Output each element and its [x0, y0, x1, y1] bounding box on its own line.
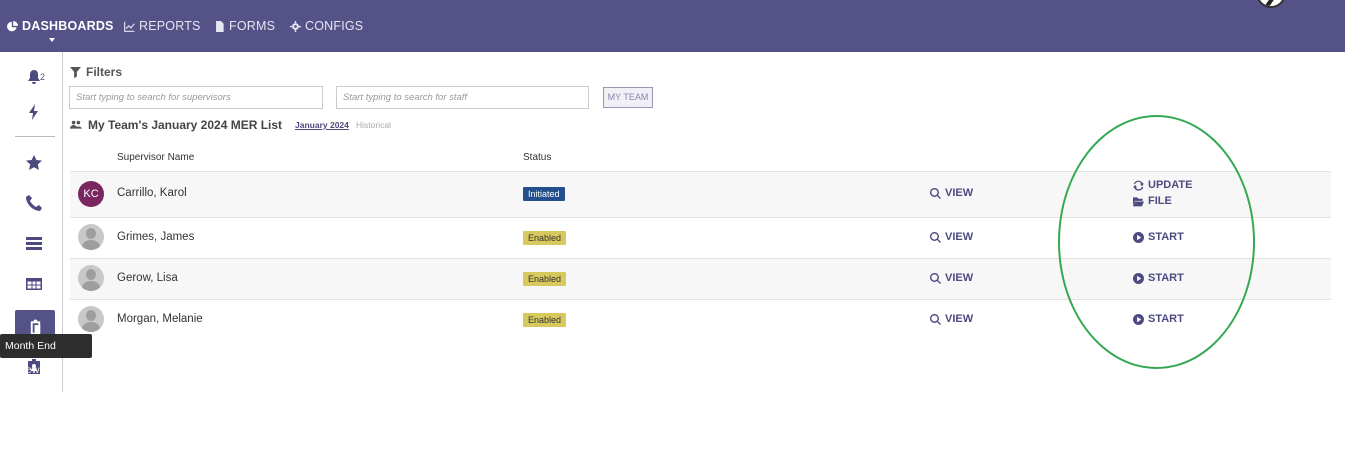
search-icon [930, 272, 941, 284]
staff-search-input[interactable]: Start typing to search for staff [336, 86, 589, 109]
filter-icon [70, 66, 81, 78]
folder-open-icon [1133, 196, 1144, 206]
filters-heading: Filters [70, 65, 122, 79]
nav-configs-label: CONFIGS [305, 19, 364, 33]
server-icon [26, 237, 42, 250]
table-row: Morgan, Melanie Enabled VIEW START [70, 300, 1331, 341]
users-icon [70, 120, 82, 129]
gear-icon [290, 20, 301, 32]
column-header-status: Status [523, 152, 552, 163]
view-label: VIEW [945, 272, 974, 284]
update-label: UPDATE [1148, 179, 1193, 191]
view-button[interactable]: VIEW [930, 231, 973, 243]
nav-forms-label: FORMS [229, 19, 276, 33]
start-button[interactable]: START [1133, 272, 1184, 284]
view-label: VIEW [945, 231, 974, 243]
file-label: FILE [1148, 195, 1172, 207]
my-team-button[interactable]: MY TEAM [603, 87, 653, 108]
search-icon [930, 313, 941, 325]
server-button[interactable] [24, 233, 44, 253]
refresh-icon [1133, 180, 1144, 191]
bolt-icon [29, 104, 38, 120]
nav-reports-label: REPORTS [139, 19, 201, 33]
historical-link[interactable]: Historical [356, 120, 391, 130]
list-title: My Team's January 2024 MER List [88, 118, 283, 132]
supervisor-name: Gerow, Lisa [117, 272, 178, 284]
supervisor-name: Morgan, Melanie [117, 313, 203, 325]
table-row: KC Carrillo, Karol Initiated VIEW UPDATE… [70, 172, 1331, 218]
supervisor-name: Carrillo, Karol [117, 187, 187, 199]
favorites-button[interactable] [24, 153, 44, 173]
avatar [78, 306, 104, 332]
play-circle-icon [1133, 231, 1144, 243]
list-heading: My Team's January 2024 MER List [70, 118, 282, 132]
status-badge: Enabled [523, 313, 567, 327]
view-button[interactable]: VIEW [930, 313, 973, 325]
active-nav-caret [49, 38, 55, 42]
view-label: VIEW [945, 187, 974, 199]
pie-chart-icon [7, 20, 18, 31]
view-label: VIEW [945, 313, 974, 325]
filters-title: Filters [86, 65, 123, 79]
nav-dashboards-label: DASHBOARDS [22, 19, 114, 33]
status-badge: Enabled [523, 272, 567, 286]
view-button[interactable]: VIEW [930, 187, 973, 199]
top-navbar: DASHBOARDS REPORTS FORMS CONFIGS [0, 0, 1345, 52]
clipboard-icon [30, 319, 40, 335]
avatar [78, 224, 104, 250]
star-icon [26, 155, 42, 170]
sidebar-divider [15, 136, 55, 137]
phone-icon [26, 195, 42, 211]
nav-dashboards[interactable]: DASHBOARDS [7, 17, 114, 35]
play-circle-icon [1133, 313, 1144, 325]
status-badge: Enabled [523, 231, 567, 245]
status-badge: Initiated [523, 187, 565, 201]
table-icon [26, 278, 42, 290]
nav-configs[interactable]: CONFIGS [290, 17, 363, 35]
avatar [78, 265, 104, 291]
user-avatar[interactable] [1256, 0, 1286, 8]
nav-forms[interactable]: FORMS [214, 17, 275, 35]
quick-actions-button[interactable] [24, 102, 44, 122]
start-label: START [1148, 272, 1184, 284]
table-row: Grimes, James Enabled VIEW START [70, 218, 1331, 259]
update-button[interactable]: UPDATE [1133, 179, 1192, 191]
table-button[interactable] [24, 274, 44, 294]
file-button[interactable]: FILE [1133, 195, 1172, 207]
line-chart-icon [124, 21, 135, 32]
nav-reports[interactable]: REPORTS [124, 17, 201, 35]
start-button[interactable]: START [1133, 231, 1184, 243]
file-icon [216, 20, 224, 32]
table-row: Gerow, Lisa Enabled VIEW START [70, 259, 1331, 300]
supervisor-name: Grimes, James [117, 231, 195, 243]
view-button[interactable]: VIEW [930, 272, 973, 284]
notification-count: 2 [40, 72, 46, 82]
start-label: START [1148, 313, 1184, 325]
play-circle-icon [1133, 272, 1144, 284]
supervisor-search-input[interactable]: Start typing to search for supervisors [69, 86, 323, 109]
search-icon [930, 187, 941, 199]
search-icon [930, 231, 941, 243]
period-link[interactable]: January 2024 [295, 120, 349, 130]
start-button[interactable]: START [1133, 313, 1184, 325]
column-header-supervisor: Supervisor Name [117, 152, 195, 163]
avatar: KC [78, 181, 104, 207]
start-label: START [1148, 231, 1184, 243]
phone-button[interactable] [24, 193, 44, 213]
